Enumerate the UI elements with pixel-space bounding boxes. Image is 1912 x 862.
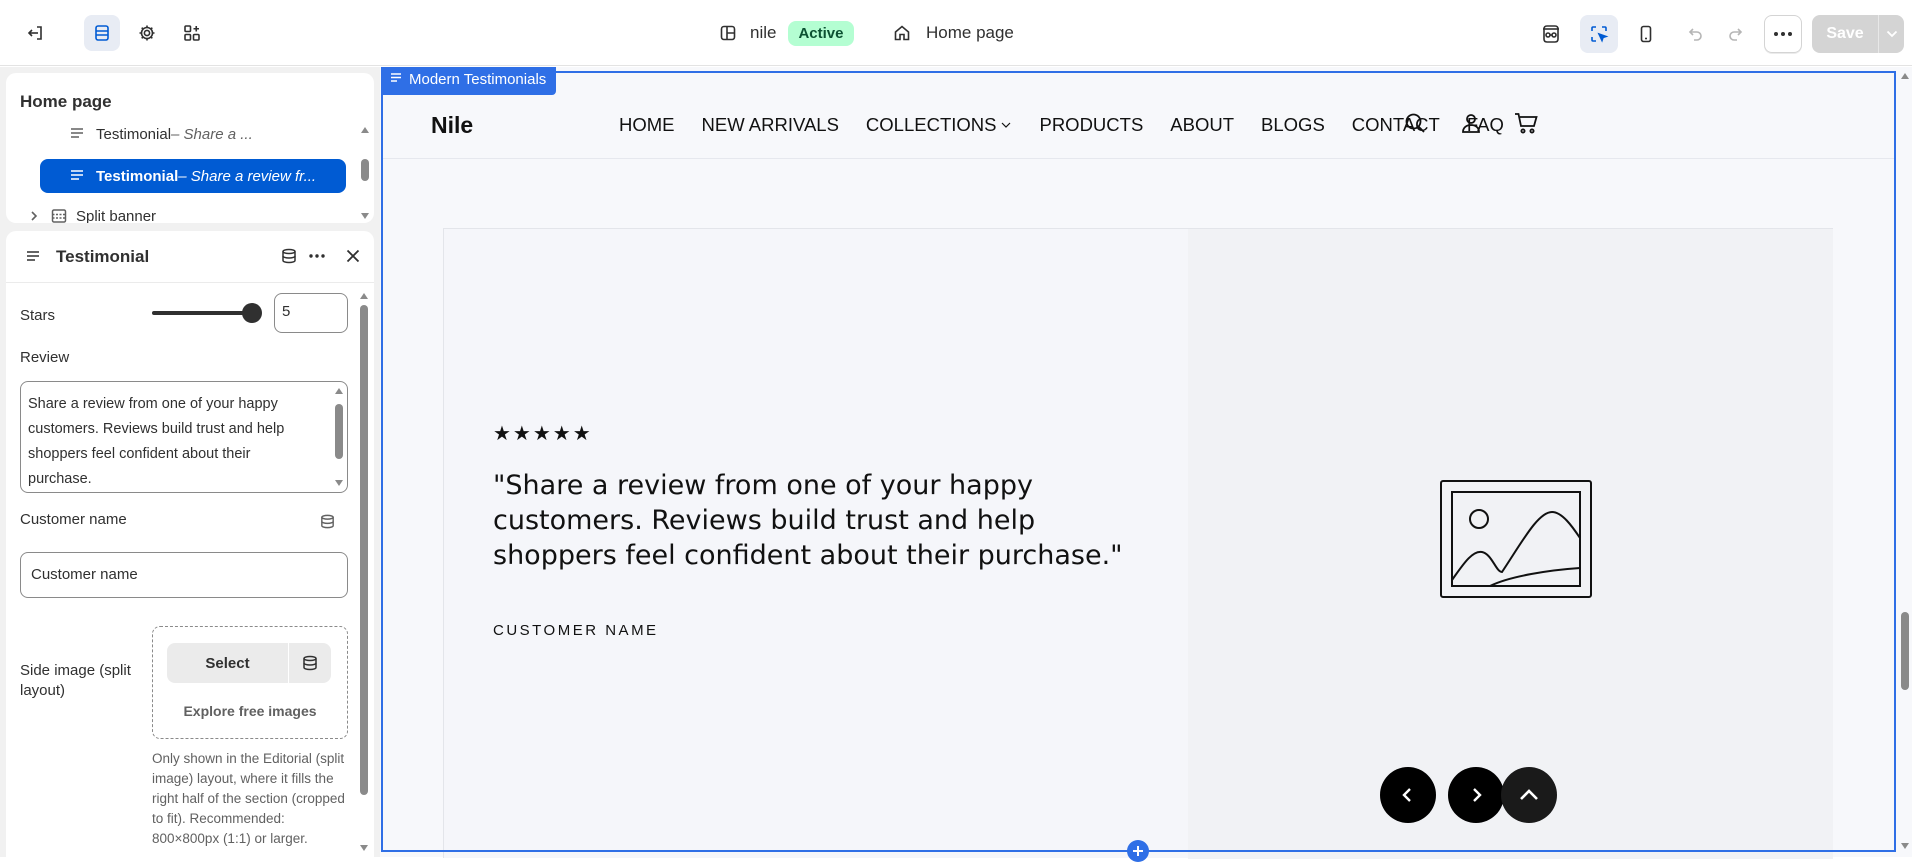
select-button[interactable]: Select — [167, 643, 289, 683]
preview-scrollbar[interactable] — [1898, 67, 1912, 857]
chevron-down-icon — [1886, 30, 1897, 38]
block-settings: Testimonial Stars 5 Review Share a revie… — [6, 231, 374, 857]
tree-item-sub: – Share a review fr... — [178, 167, 317, 185]
chevron-right-icon[interactable] — [28, 210, 40, 222]
theme-selector[interactable]: nile Active — [718, 19, 854, 47]
stars-slider[interactable] — [152, 303, 262, 323]
preview-button[interactable] — [1532, 15, 1570, 53]
database-icon — [321, 514, 334, 529]
database-icon — [282, 248, 296, 264]
editor-toolbar: nile Active Home page Save — [0, 0, 1912, 66]
gear-icon — [139, 25, 155, 41]
inspector-toggle[interactable] — [1580, 15, 1618, 53]
stars-label: Stars — [20, 307, 56, 324]
status-badge: Active — [788, 20, 854, 46]
select-image-button: Select — [167, 643, 331, 683]
more-icon — [309, 254, 325, 258]
tree-item-testimonial-2[interactable]: Testimonial – Share a review fr... — [40, 159, 346, 193]
review-label: Review — [20, 349, 70, 366]
image-source-button[interactable] — [289, 643, 331, 683]
close-icon — [346, 249, 360, 263]
dynamic-source-button[interactable] — [280, 247, 298, 265]
theme-settings-tab[interactable] — [129, 15, 165, 51]
block-more-button[interactable] — [308, 247, 326, 265]
more-icon — [1774, 32, 1792, 36]
text-block-icon — [71, 128, 83, 138]
save-options-button[interactable] — [1878, 15, 1904, 53]
image-picker: Select Explore free images — [152, 626, 348, 739]
save-button[interactable]: Save — [1812, 15, 1904, 53]
settings-title: Testimonial — [56, 246, 150, 266]
home-icon — [894, 25, 910, 41]
exit-button[interactable] — [18, 15, 54, 51]
tree-item-sub: – Share a ... — [171, 125, 253, 143]
mobile-icon — [1640, 25, 1652, 43]
text-block-icon — [27, 250, 39, 261]
section-tree: Home page Testimonial – Share a ... Test… — [6, 73, 374, 223]
database-icon — [303, 655, 317, 671]
text-block-icon — [71, 170, 83, 180]
tree-title: Home page — [20, 92, 112, 111]
customer-name-input[interactable]: Customer name — [20, 552, 348, 598]
selected-section-outline — [381, 71, 1896, 852]
tree-item-label: Testimonial — [96, 167, 179, 185]
section-tag-label: Modern Testimonials — [409, 71, 547, 88]
stars-input[interactable]: 5 — [274, 293, 348, 333]
page-selector[interactable]: Home page — [892, 19, 1014, 47]
tree-item-testimonial-1[interactable]: Testimonial – Share a ... — [68, 117, 253, 151]
customer-name-label: Customer name — [20, 511, 127, 528]
close-button[interactable] — [344, 247, 362, 265]
editor-sidebar: Home page Testimonial – Share a ... Test… — [0, 67, 380, 857]
theme-icon — [720, 25, 736, 41]
apps-tab[interactable] — [174, 15, 210, 51]
sections-tab[interactable] — [84, 15, 120, 51]
mobile-view-button[interactable] — [1627, 15, 1665, 53]
undo-icon[interactable] — [1687, 25, 1705, 43]
tree-item-label: Testimonial — [96, 125, 172, 143]
banner-section-icon — [51, 209, 67, 223]
page-name: Home page — [926, 23, 1014, 42]
textarea-scrollbar[interactable] — [333, 384, 345, 490]
text-block-icon — [391, 73, 401, 82]
store-name: nile — [750, 23, 777, 42]
history-controls — [1676, 15, 1754, 53]
sections-icon — [95, 25, 109, 41]
review-text: Share a review from one of your happy cu… — [28, 396, 285, 487]
slider-thumb[interactable] — [242, 303, 262, 323]
plus-icon — [1133, 846, 1143, 856]
inspector-icon — [1591, 26, 1609, 43]
slider-track — [152, 311, 252, 315]
redo-icon[interactable] — [1726, 25, 1744, 43]
review-textarea[interactable]: Share a review from one of your happy cu… — [20, 381, 348, 493]
explore-free-images-link[interactable]: Explore free images — [153, 703, 347, 719]
apps-icon — [184, 25, 200, 41]
tree-item-split-banner[interactable]: Split banner — [28, 199, 156, 223]
add-section-button[interactable] — [1127, 840, 1149, 862]
save-label: Save — [1826, 25, 1864, 42]
side-image-label: Side image (split layout) — [20, 662, 131, 699]
section-tag[interactable]: Modern Testimonials — [381, 67, 557, 95]
more-actions-button[interactable] — [1764, 15, 1802, 53]
settings-scrollbar[interactable] — [358, 287, 370, 857]
exit-icon — [27, 26, 42, 40]
help-text: Only shown in the Editorial (split image… — [152, 751, 345, 846]
tree-scrollbar[interactable] — [360, 123, 370, 223]
dynamic-source-button[interactable] — [319, 513, 336, 530]
tree-item-label: Split banner — [76, 207, 157, 224]
preview-icon — [1543, 25, 1559, 43]
settings-header: Testimonial — [6, 231, 374, 283]
store-preview: Nile HOME NEW ARRIVALS COLLECTIONS PRODU… — [380, 67, 1912, 862]
